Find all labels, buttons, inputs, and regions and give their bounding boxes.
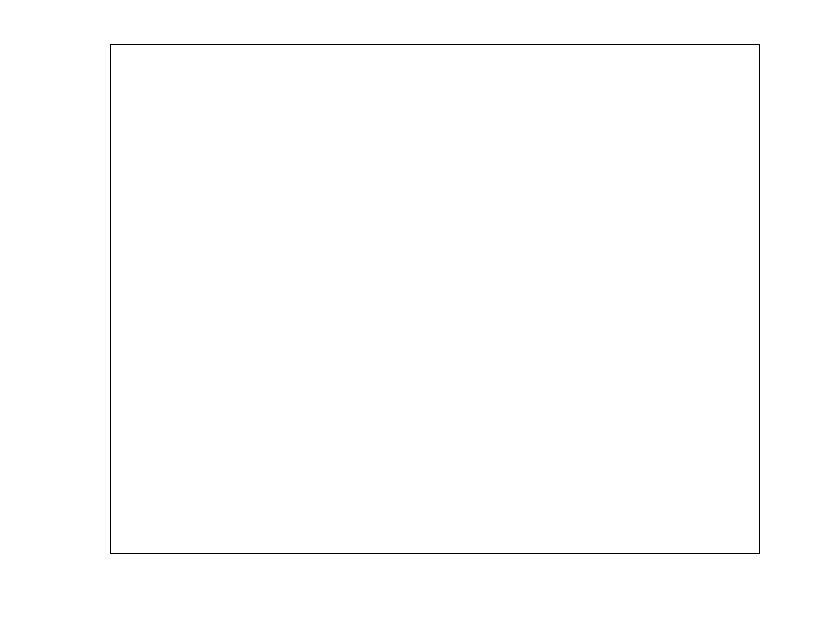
heatmap-canvas	[111, 45, 759, 553]
chart-container	[0, 0, 840, 630]
x-axis-ticks	[110, 554, 760, 584]
heatmap-plot-area	[110, 44, 760, 554]
y-axis-ticks	[60, 44, 105, 554]
